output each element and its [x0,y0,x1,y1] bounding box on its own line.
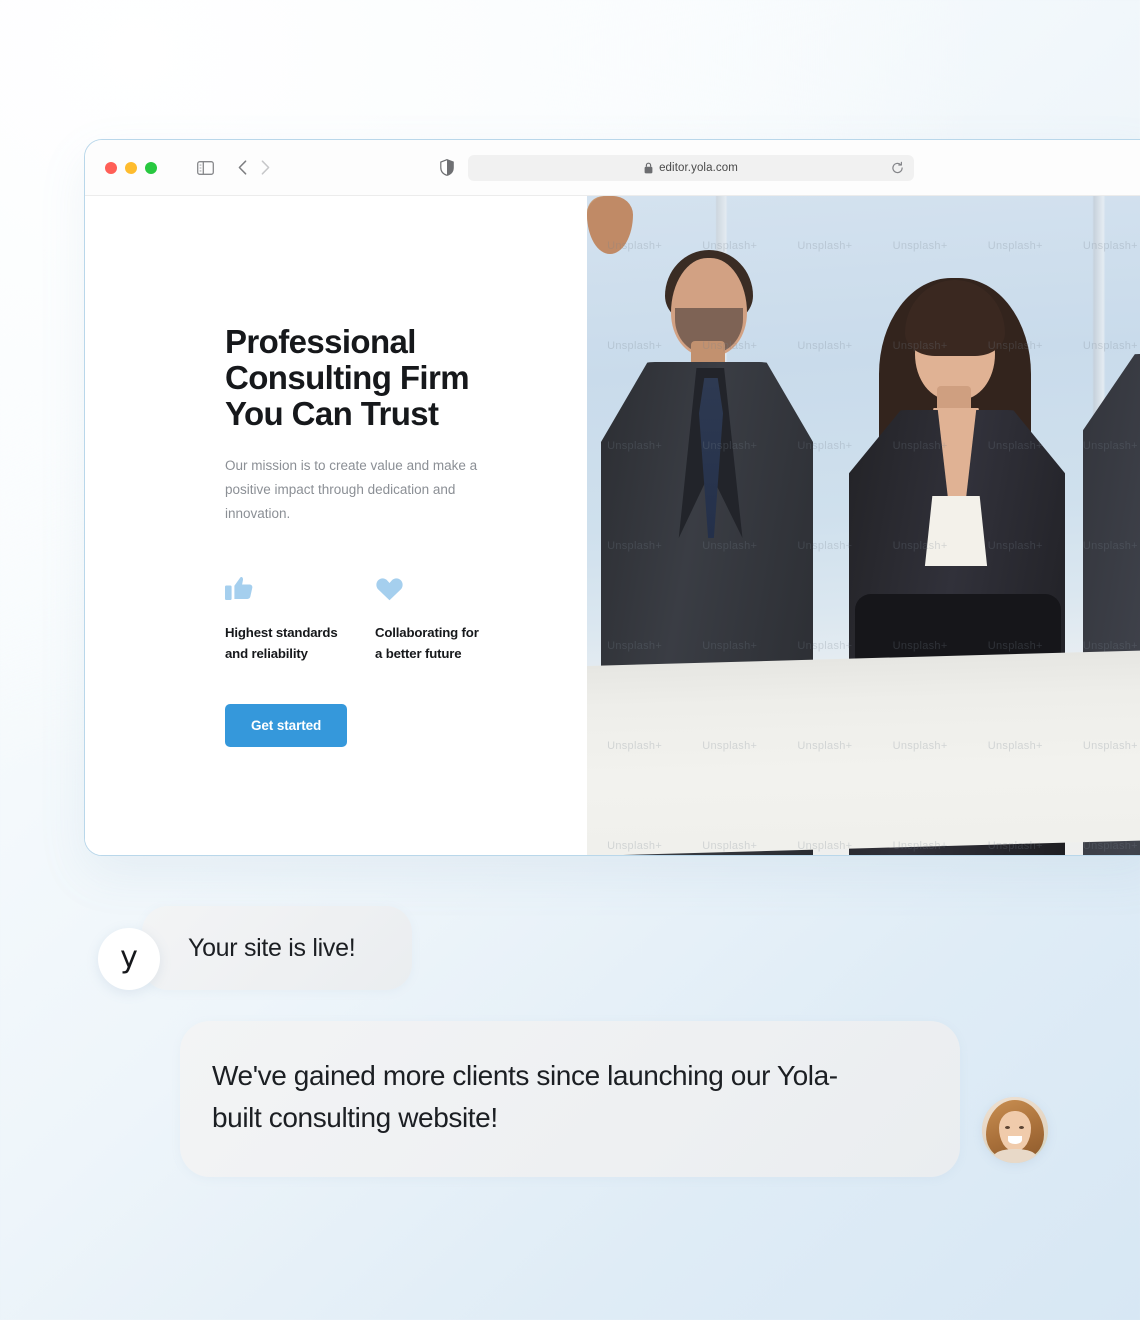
feature-item: Highest standards and reliability [225,568,375,664]
website-preview: Professional Consulting Firm You Can Tru… [85,196,1140,855]
browser-window: editor.yola.com Professional Consulting … [84,139,1140,856]
hero-image: Unsplash+ Unsplash+ Unsplash+ Unsplash+ … [587,196,1140,855]
customer-photo-avatar [982,1097,1048,1163]
get-started-button[interactable]: Get started [225,704,348,747]
hero-text-panel: Professional Consulting Firm You Can Tru… [85,196,587,855]
privacy-shield-icon[interactable] [440,159,454,176]
close-window-button[interactable] [105,161,117,174]
window-controls[interactable] [105,161,157,174]
feature-label: Collaborating for a better future [375,625,479,661]
browser-titlebar: editor.yola.com [85,140,1140,196]
lock-icon [644,162,653,174]
address-bar[interactable]: editor.yola.com [468,154,914,181]
chat-bubble: Your site is live! [142,906,412,990]
minimize-window-button[interactable] [125,161,137,174]
hero-subtitle: Our mission is to create value and make … [225,458,478,521]
navigation-controls[interactable] [238,160,270,175]
chat-message-row: y Your site is live! [98,906,412,990]
testimonial-chat: y Your site is live! We've gained more c… [0,890,1140,1220]
yola-logo-glyph: y [120,940,138,975]
feature-list: Highest standards and reliability Collab… [225,568,525,664]
chevron-right-icon[interactable] [261,160,270,175]
reload-icon[interactable] [891,161,904,174]
feature-item: Collaborating for a better future [375,568,525,664]
yola-logo-avatar: y [98,928,160,990]
hero-person-right [587,196,1140,855]
sidebar-toggle-icon[interactable] [197,160,214,175]
feature-label: Highest standards and reliability [225,625,338,661]
thumbs-up-icon [225,568,375,602]
chat-bubble: We've gained more clients since launchin… [180,1021,960,1177]
hero-photo-floor [587,650,1140,855]
heart-icon [375,568,525,602]
maximize-window-button[interactable] [145,161,157,174]
chevron-left-icon[interactable] [238,160,247,175]
url-text: editor.yola.com [659,161,738,174]
page-title: Professional Consulting Firm You Can Tru… [225,323,470,432]
chat-message-row: We've gained more clients since launchin… [180,1021,1048,1177]
